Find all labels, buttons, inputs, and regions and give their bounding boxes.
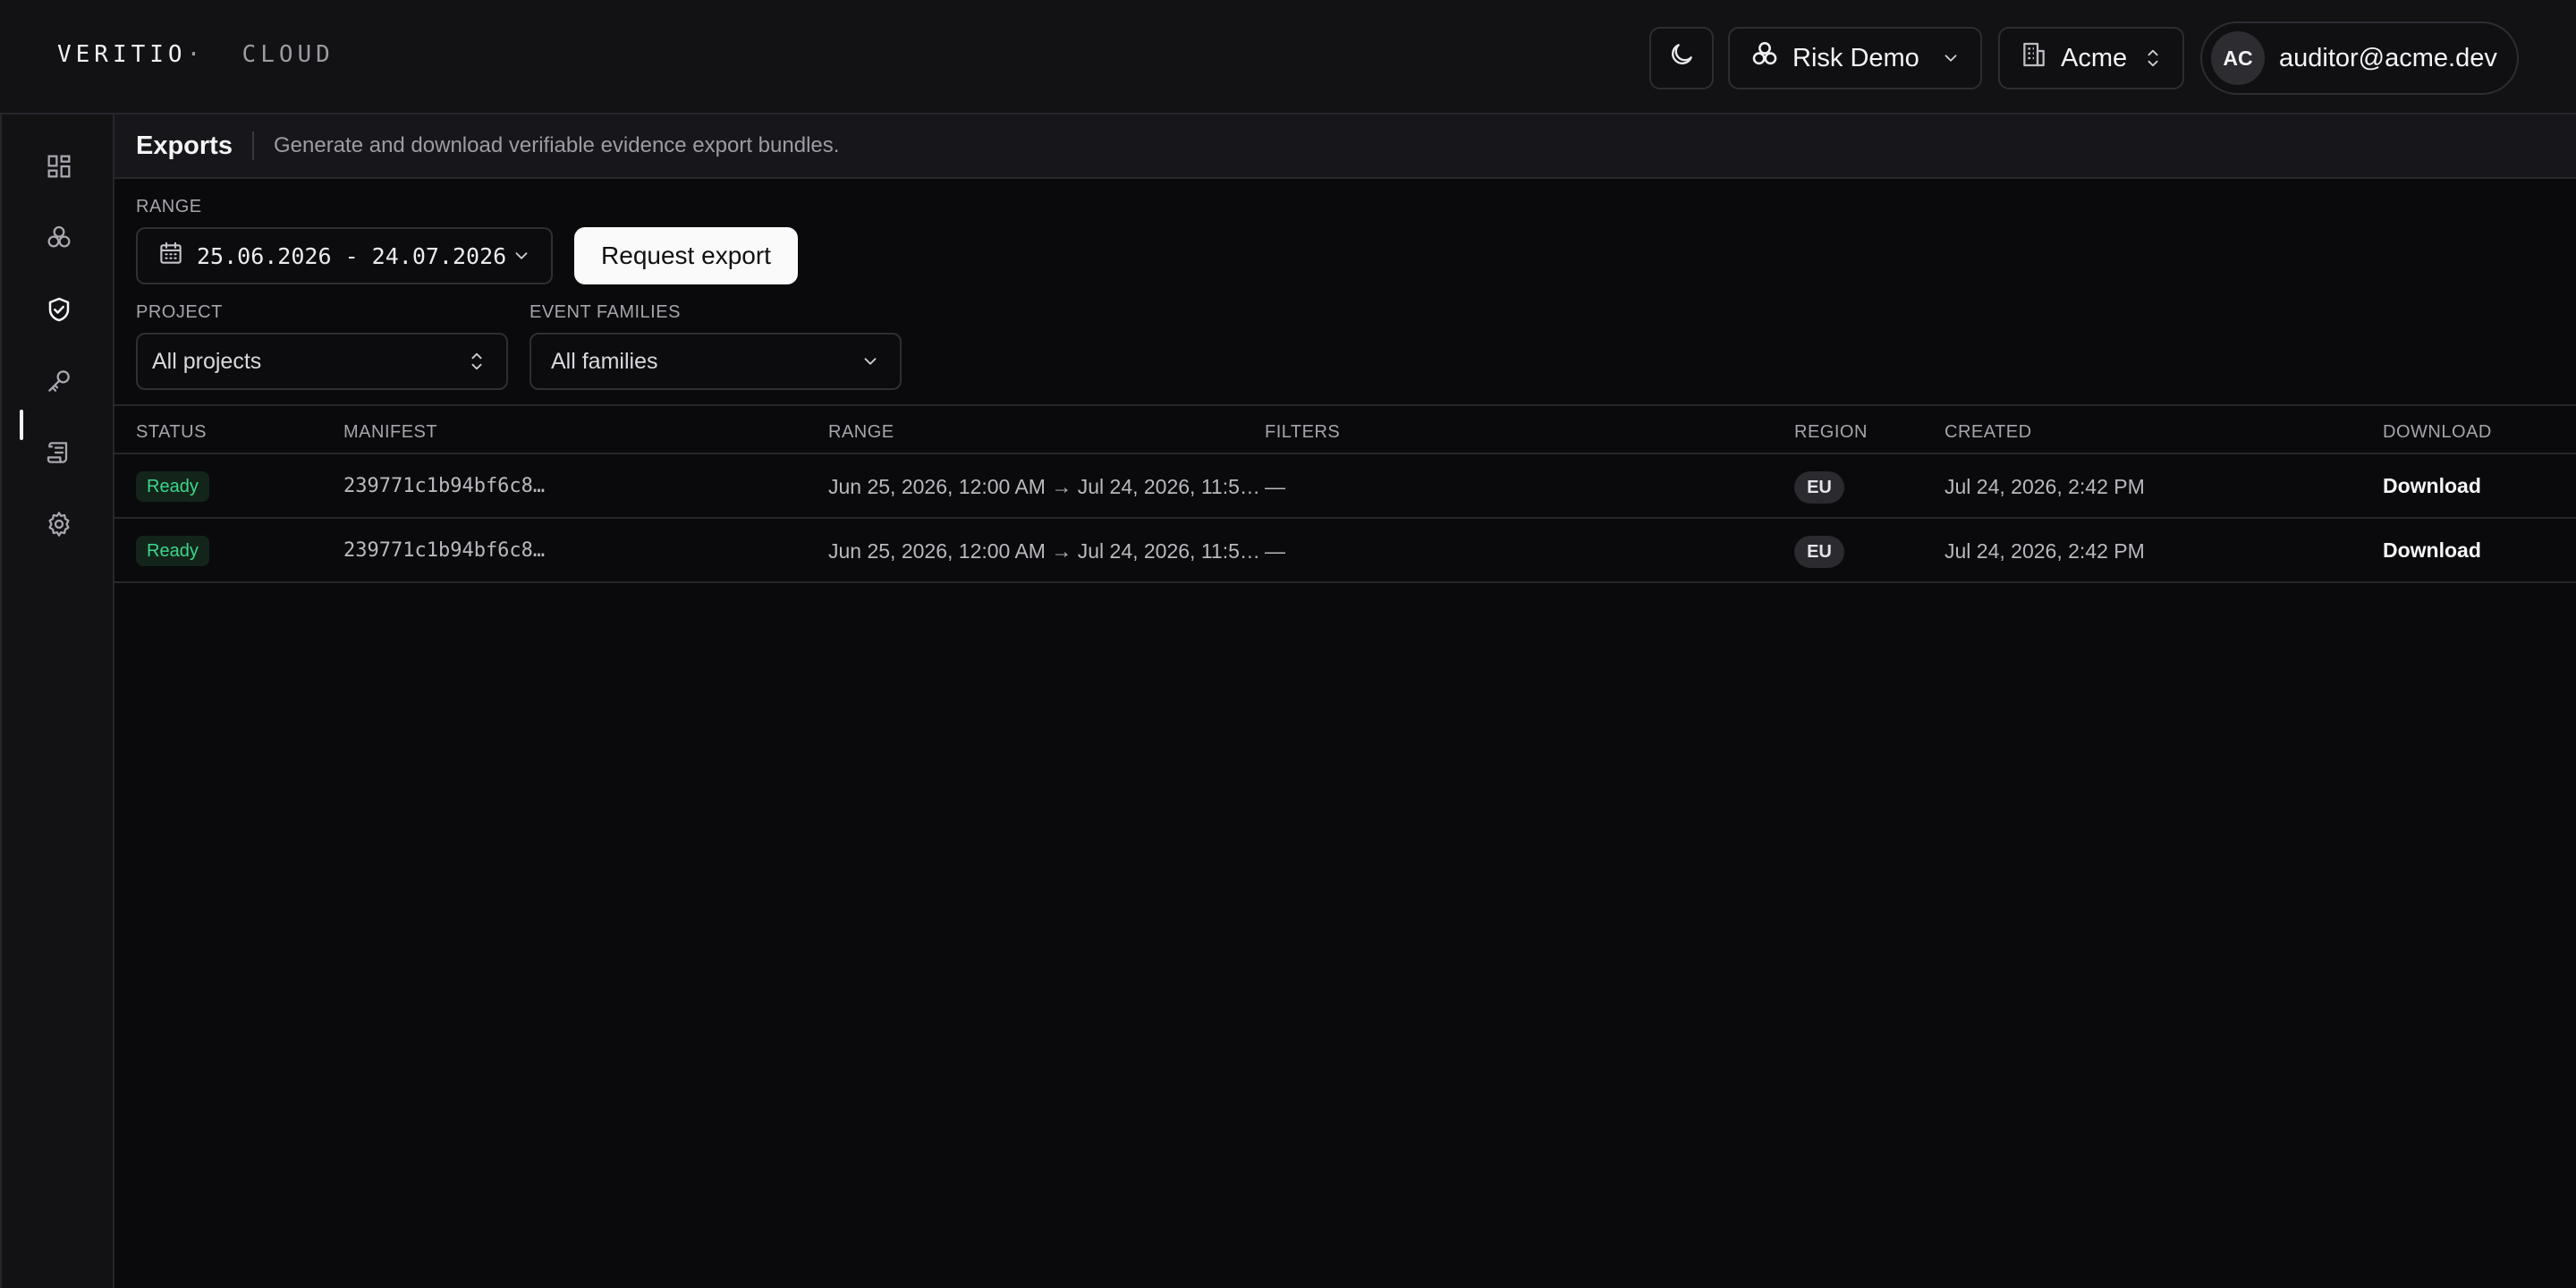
chevron-up-down-icon [467, 349, 487, 374]
project-select[interactable]: All projects [136, 333, 508, 390]
user-email: auditor@acme.dev [2279, 43, 2497, 72]
table-row: Ready 239771c1b94bf6c8… Jun 25, 2026, 12… [114, 454, 2576, 519]
cluster-icon [1750, 39, 1780, 77]
status-badge: Ready [136, 536, 209, 566]
event-families-label: EVENT FAMILIES [530, 302, 681, 322]
created-cell: Jul 24, 2026, 2:42 PM [1945, 475, 2145, 498]
theme-toggle-button[interactable] [1649, 27, 1714, 89]
download-link[interactable]: Download [2383, 474, 2481, 498]
range-label: RANGE [136, 197, 202, 216]
range-cell: Jun 25, 2026, 12:00 AM → Jul 24, 2026, 1… [828, 539, 1260, 563]
building-icon [2020, 40, 2048, 76]
column-header-region: REGION [1794, 422, 1868, 442]
brand-logo[interactable]: VERITIO· CLOUD [57, 41, 335, 68]
created-cell: Jul 24, 2026, 2:42 PM [1945, 539, 2145, 563]
project-label: PROJECT [136, 302, 223, 322]
header-divider [251, 131, 254, 160]
scroll-icon [45, 438, 73, 471]
column-header-created: CREATED [1945, 422, 2032, 442]
range-cell: Jun 25, 2026, 12:00 AM → Jul 24, 2026, 1… [828, 475, 1260, 498]
sidebar-item-dashboard[interactable] [41, 150, 77, 186]
column-header-filters: FILTERS [1265, 422, 1341, 442]
org-name: Acme [2061, 43, 2128, 72]
manifest-hash: 239771c1b94bf6c8… [343, 539, 546, 562]
grid-icon [45, 152, 73, 185]
filters-cell: — [1265, 475, 1285, 498]
project-switcher-button[interactable]: Risk Demo [1728, 27, 1982, 89]
sidebar-item-exports[interactable] [41, 293, 77, 329]
page-title: Exports [136, 131, 233, 160]
brand-dot: · [186, 41, 206, 68]
column-header-download: DOWNLOAD [2383, 422, 2492, 442]
date-range-value: 25.06.2026 - 24.07.2026 [197, 242, 507, 269]
chevron-down-icon [1941, 48, 1961, 68]
brand-sub: CLOUD [242, 41, 335, 68]
filters-cell: — [1265, 539, 1285, 563]
sidebar-item-projects[interactable] [41, 222, 77, 258]
download-link[interactable]: Download [2383, 538, 2481, 563]
avatar: AC [2211, 31, 2265, 85]
table-header: STATUS MANIFEST RANGE FILTERS REGION CRE… [114, 404, 2576, 454]
sidebar-item-settings[interactable] [41, 508, 77, 544]
event-families-select[interactable]: All families [530, 333, 902, 390]
calendar-icon [157, 240, 184, 273]
project-select-value: All projects [152, 348, 262, 374]
chevron-down-icon [860, 352, 880, 371]
column-header-status: STATUS [136, 422, 207, 442]
column-header-manifest: MANIFEST [343, 422, 438, 442]
org-switcher-button[interactable]: Acme [1998, 27, 2184, 89]
page-header: Exports Generate and download verifiable… [114, 114, 2576, 179]
sidebar [0, 114, 114, 1288]
active-nav-indicator [20, 410, 23, 440]
chevron-up-down-icon [2143, 47, 2163, 70]
cluster-icon [45, 224, 73, 257]
top-bar: VERITIO· CLOUD Risk Demo Acme AC auditor… [0, 0, 2576, 114]
user-menu-button[interactable]: AC auditor@acme.dev [2200, 21, 2519, 95]
key-icon [45, 367, 73, 400]
brand-name: VERITIO [57, 41, 187, 68]
column-header-range: RANGE [828, 422, 894, 442]
page-description: Generate and download verifiable evidenc… [273, 133, 840, 157]
table-row: Ready 239771c1b94bf6c8… Jun 25, 2026, 12… [114, 519, 2576, 583]
project-name: Risk Demo [1792, 43, 1919, 72]
sidebar-item-logs[interactable] [41, 436, 77, 472]
event-families-value: All families [551, 348, 658, 374]
chevron-down-icon [512, 246, 531, 266]
status-badge: Ready [136, 471, 209, 502]
gear-icon [45, 510, 73, 543]
exports-table: STATUS MANIFEST RANGE FILTERS REGION CRE… [114, 404, 2576, 583]
manifest-hash: 239771c1b94bf6c8… [343, 475, 546, 497]
region-badge: EU [1794, 536, 1844, 568]
sidebar-item-keys[interactable] [41, 365, 77, 401]
date-range-picker[interactable]: 25.06.2026 - 24.07.2026 [136, 227, 553, 284]
request-export-button[interactable]: Request export [574, 227, 798, 284]
region-badge: EU [1794, 471, 1844, 504]
moon-icon [1667, 40, 1696, 76]
shield-check-icon [45, 295, 73, 328]
